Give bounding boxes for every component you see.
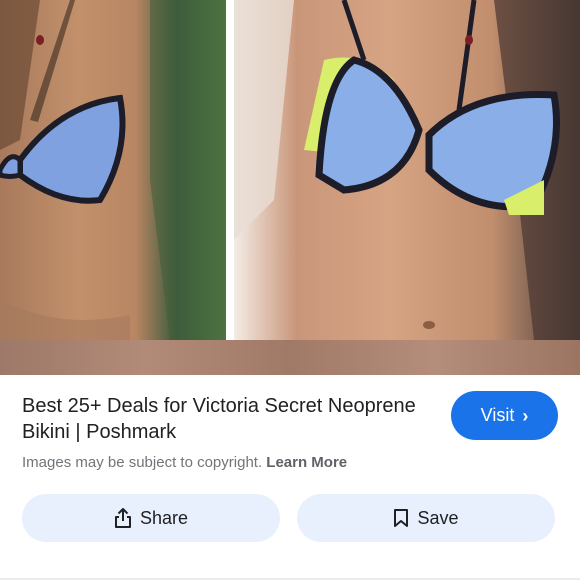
result-info-panel: Best 25+ Deals for Victoria Secret Neopr… — [0, 375, 580, 580]
visit-button-label: Visit — [480, 405, 515, 425]
save-button-label: Save — [417, 507, 459, 528]
image-bottom-strip — [0, 340, 580, 375]
share-button-label: Share — [139, 507, 189, 528]
share-icon — [114, 507, 132, 529]
image-preview[interactable] — [0, 0, 580, 375]
result-title-link[interactable]: Best 25+ Deals for Victoria Secret Neopr… — [22, 395, 416, 443]
result-title[interactable]: Best 25+ Deals for Victoria Secret Neopr… — [22, 393, 422, 445]
image-divider — [226, 0, 234, 340]
preview-image-left — [0, 0, 226, 340]
visit-button[interactable]: Visit › — [451, 391, 558, 440]
copyright-notice: Images may be subject to copyright. Lear… — [22, 454, 347, 471]
copyright-text: Images may be subject to copyright. — [22, 454, 263, 471]
preview-image-right — [234, 0, 580, 340]
save-button[interactable]: Save — [297, 494, 555, 542]
learn-more-link[interactable]: Learn More — [266, 454, 347, 471]
chevron-right-icon: › — [522, 405, 529, 426]
bookmark-icon — [393, 508, 409, 528]
share-button[interactable]: Share — [22, 494, 280, 542]
